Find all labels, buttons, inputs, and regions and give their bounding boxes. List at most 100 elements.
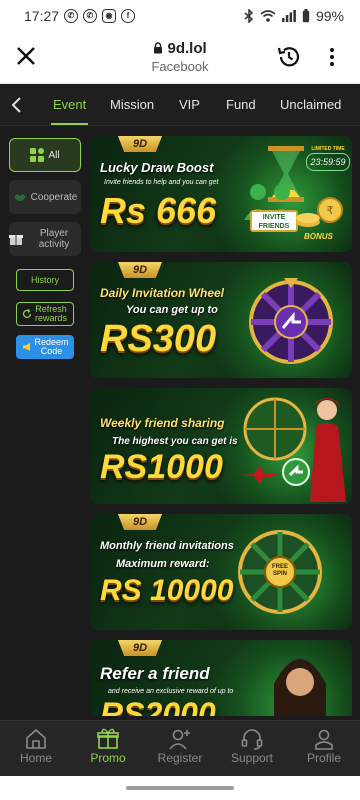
user-icon — [315, 729, 333, 750]
category-cooperate-button[interactable]: Cooperate — [9, 180, 81, 214]
redeem-label: Redeem Code — [34, 337, 69, 356]
brand-logo: 9D — [118, 136, 162, 152]
category-all-button[interactable]: All — [9, 138, 81, 172]
promo-tabs: Event Mission VIP Fund Unclaimed — [0, 84, 360, 126]
refresh-label: Refresh rewards — [34, 304, 67, 323]
free-spin-label: FREE SPIN — [271, 564, 288, 577]
history-icon[interactable] — [276, 44, 302, 70]
coin-stack-icon: ₹ — [296, 197, 343, 227]
status-bar: 17:27 ✆ ✆ ◉ f 99% — [0, 0, 360, 32]
banner-amount: RS 10000 — [100, 574, 234, 607]
banner-lucky-draw[interactable]: 9D LIMITED TIME 23:59:59 INVITE FRIENDS … — [90, 136, 352, 252]
bottom-navigation: Home Promo Register Support Profile — [0, 720, 360, 776]
lock-icon — [154, 42, 163, 54]
banner-daily-wheel[interactable]: 9D Daily Invitation Wheel You can get up… — [90, 262, 352, 378]
facebook-icon: f — [121, 9, 135, 23]
nav-support[interactable]: Support — [216, 721, 288, 777]
nav-register[interactable]: Register — [144, 721, 216, 777]
home-icon — [26, 728, 46, 749]
banner-amount: RS1000 — [100, 448, 223, 486]
headset-icon — [241, 729, 263, 750]
tab-unclaimed[interactable]: Unclaimed — [280, 97, 341, 112]
wheel-icon — [243, 397, 307, 461]
banner-subtitle: Invite friends to help and you can get — [104, 179, 219, 186]
nav-promo-label: Promo — [90, 751, 126, 765]
home-indicator[interactable] — [126, 786, 234, 790]
banner-refer-friend[interactable]: 9D Refer a friend and receive an exclusi… — [90, 640, 352, 716]
woman-figure — [274, 659, 326, 716]
whatsapp-icon: ✆ — [64, 9, 78, 23]
browser-header: 9d.lol Facebook — [0, 32, 360, 84]
megaphone-icon — [22, 343, 30, 351]
tab-event[interactable]: Event — [50, 97, 89, 125]
promo-banner-list: 9D LIMITED TIME 23:59:59 INVITE FRIENDS … — [90, 136, 352, 716]
tab-fund[interactable]: Fund — [226, 97, 256, 112]
battery-icon — [302, 9, 310, 23]
bonus-label: BONUS — [304, 232, 333, 241]
nav-profile-label: Profile — [306, 751, 341, 765]
gift-box-icon — [9, 235, 23, 245]
invite-friends-badge: INVITE FRIENDS — [250, 210, 298, 232]
category-player-activity-label: Player activity — [38, 228, 70, 250]
banner-amount: Rs 666 — [100, 190, 217, 231]
category-all-label: All — [48, 149, 60, 161]
gift-icon — [97, 728, 119, 749]
brand-logo: 9D — [118, 640, 162, 656]
prize-wheel-icon — [249, 278, 333, 364]
nav-promo[interactable]: Promo — [72, 721, 144, 777]
banner-amount: RS300 — [100, 318, 217, 360]
back-arrow-icon[interactable] — [10, 96, 24, 114]
grid-icon — [30, 148, 45, 162]
countdown-timer: 23:59:59 — [306, 153, 350, 171]
category-cooperate-label: Cooperate — [30, 191, 78, 203]
banner-subtitle: and receive an exclusive reward of up to — [108, 688, 234, 695]
brand-logo: 9D — [118, 262, 162, 278]
refresh-rewards-button[interactable]: Refresh rewards — [16, 302, 74, 326]
signal-icon — [281, 10, 296, 22]
whatsapp-icon: ✆ — [83, 9, 97, 23]
category-sidebar: All Cooperate Player activity History Re… — [0, 126, 86, 720]
nav-register-label: Register — [157, 751, 203, 765]
notification-icons: ✆ ✆ ◉ f — [64, 9, 135, 23]
instagram-icon: ◉ — [102, 9, 116, 23]
close-icon[interactable] — [14, 44, 38, 68]
system-gesture-bar — [0, 776, 360, 800]
wifi-icon — [260, 10, 276, 22]
history-label: History — [30, 274, 59, 285]
banner-monthly-invitations[interactable]: 9D FREE SPIN Monthly friend invitations … — [90, 514, 352, 630]
banner-subtitle: Maximum reward: — [116, 558, 210, 570]
status-time: 17:27 — [24, 8, 60, 24]
banner-subtitle: The highest you can get is — [112, 436, 238, 447]
tab-vip[interactable]: VIP — [179, 97, 200, 112]
battery-level: 99% — [315, 8, 344, 24]
status-right: 99% — [244, 8, 344, 24]
refresh-icon — [22, 309, 32, 318]
handshake-icon — [13, 194, 26, 201]
page-domain: 9d.lol — [100, 40, 260, 57]
brand-logo: 9D — [118, 514, 162, 530]
banner-title: Weekly friend sharing — [100, 416, 225, 430]
bluetooth-icon — [244, 9, 254, 23]
domain-text: 9d.lol — [167, 40, 207, 57]
nav-support-label: Support — [230, 751, 274, 765]
nav-home[interactable]: Home — [0, 721, 72, 777]
banner-amount: RS2000 — [100, 696, 216, 716]
source-app: Facebook — [151, 59, 209, 74]
banner-title: Lucky Draw Boost — [100, 160, 214, 175]
tab-mission[interactable]: Mission — [110, 97, 154, 112]
banner-subtitle: You can get up to — [126, 304, 218, 316]
banner-title: Monthly friend invitations — [100, 540, 234, 552]
limited-time-label: LIMITED TIME — [311, 146, 345, 152]
banner-weekly-sharing[interactable]: Weekly friend sharing The highest you ca… — [90, 388, 352, 504]
nav-profile[interactable]: Profile — [288, 721, 360, 777]
svg-text:₹: ₹ — [327, 205, 334, 217]
category-player-activity-button[interactable]: Player activity — [9, 222, 81, 256]
add-user-icon — [169, 729, 190, 750]
history-button[interactable]: History — [16, 269, 74, 291]
app-root: 17:27 ✆ ✆ ◉ f 99% 9d.lol Facebook Event … — [0, 0, 360, 800]
nav-home-label: Home — [19, 751, 52, 765]
redeem-code-button[interactable]: Redeem Code — [16, 335, 74, 359]
banner-title: Daily Invitation Wheel — [100, 286, 225, 300]
more-options-icon[interactable] — [327, 45, 337, 69]
plane-icon — [240, 466, 278, 484]
